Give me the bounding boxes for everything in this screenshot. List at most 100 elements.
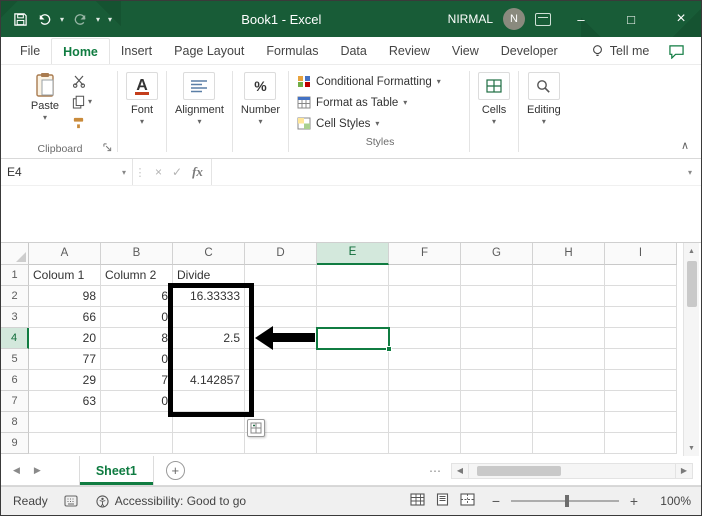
cell-G5[interactable]	[461, 349, 533, 370]
redo-icon[interactable]	[69, 7, 91, 31]
sheet-nav-right-icon[interactable]: ▶	[34, 465, 41, 476]
tab-review[interactable]: Review	[378, 38, 441, 64]
scroll-right-icon[interactable]: ▶	[675, 462, 693, 479]
cell-G2[interactable]	[461, 286, 533, 307]
cell-E6[interactable]	[317, 370, 389, 391]
cell-F5[interactable]	[389, 349, 461, 370]
close-button[interactable]: ×	[661, 1, 701, 37]
zoom-slider[interactable]	[511, 495, 619, 507]
cell-G4[interactable]	[461, 328, 533, 349]
col-header-H[interactable]: H	[533, 243, 605, 265]
cell-E9[interactable]	[317, 433, 389, 454]
cell-H9[interactable]	[533, 433, 605, 454]
paste-dropdown-icon[interactable]: ▾	[43, 114, 47, 122]
cell-F1[interactable]	[389, 265, 461, 286]
accessibility-status[interactable]: Accessibility: Good to go	[96, 494, 246, 508]
cell-B3[interactable]: 0	[101, 307, 173, 328]
cell-D2[interactable]	[245, 286, 317, 307]
col-header-G[interactable]: G	[461, 243, 533, 265]
row-header-7[interactable]: 7	[1, 391, 29, 412]
tab-view[interactable]: View	[441, 38, 490, 64]
col-header-A[interactable]: A	[29, 243, 101, 265]
vertical-scroll-thumb[interactable]	[686, 261, 697, 307]
sheet-tab-sheet1[interactable]: Sheet1	[78, 456, 154, 485]
sheet-nav-left-icon[interactable]: ◀	[13, 465, 20, 476]
cell-I6[interactable]	[605, 370, 677, 391]
row-header-6[interactable]: 6	[1, 370, 29, 391]
col-header-F[interactable]: F	[389, 243, 461, 265]
cell-A2[interactable]: 98	[29, 286, 101, 307]
autofill-options-button[interactable]	[247, 419, 265, 437]
cell-E2[interactable]	[317, 286, 389, 307]
cell-E3[interactable]	[317, 307, 389, 328]
format-as-table-button[interactable]: Format as Table ▾	[297, 92, 407, 113]
copy-button[interactable]: ▾	[72, 94, 98, 110]
cell-B8[interactable]	[101, 412, 173, 433]
select-all-corner[interactable]	[1, 243, 29, 265]
tab-formulas[interactable]: Formulas	[255, 38, 329, 64]
cell-E5[interactable]	[317, 349, 389, 370]
cut-button[interactable]	[72, 73, 98, 89]
avatar[interactable]: N	[503, 8, 525, 30]
page-break-view-icon[interactable]	[460, 493, 475, 509]
cell-B6[interactable]: 7	[101, 370, 173, 391]
tab-page-layout[interactable]: Page Layout	[163, 38, 255, 64]
cell-B9[interactable]	[101, 433, 173, 454]
cell-B4[interactable]: 8	[101, 328, 173, 349]
cell-F3[interactable]	[389, 307, 461, 328]
horizontal-scroll-track[interactable]	[469, 462, 675, 479]
cell-H4[interactable]	[533, 328, 605, 349]
collapse-ribbon-icon[interactable]: ∧	[681, 139, 689, 152]
cell-styles-button[interactable]: Cell Styles ▾	[297, 113, 379, 134]
zoom-in-button[interactable]: +	[627, 493, 641, 509]
redo-dropdown-icon[interactable]: ▾	[93, 15, 103, 24]
col-header-I[interactable]: I	[605, 243, 677, 265]
cell-I7[interactable]	[605, 391, 677, 412]
cell-E7[interactable]	[317, 391, 389, 412]
cell-I1[interactable]	[605, 265, 677, 286]
cell-A5[interactable]: 77	[29, 349, 101, 370]
cell-D3[interactable]	[245, 307, 317, 328]
cell-H6[interactable]	[533, 370, 605, 391]
cell-B1[interactable]: Column 2	[101, 265, 173, 286]
row-header-1[interactable]: 1	[1, 265, 29, 286]
row-header-8[interactable]: 8	[1, 412, 29, 433]
cell-H3[interactable]	[533, 307, 605, 328]
vertical-scrollbar[interactable]: ▲ ▼	[683, 243, 699, 456]
col-header-E[interactable]: E	[317, 243, 389, 265]
cell-A8[interactable]	[29, 412, 101, 433]
cell-F9[interactable]	[389, 433, 461, 454]
tab-home[interactable]: Home	[51, 38, 110, 64]
cell-G8[interactable]	[461, 412, 533, 433]
cell-F8[interactable]	[389, 412, 461, 433]
cell-A1[interactable]: Coloum 1	[29, 265, 101, 286]
zoom-level[interactable]: 100%	[651, 494, 691, 508]
user-name[interactable]: NIRMAL	[448, 12, 493, 26]
cell-G9[interactable]	[461, 433, 533, 454]
tab-insert[interactable]: Insert	[110, 38, 163, 64]
paste-button[interactable]: Paste ▾	[22, 70, 68, 140]
cell-G6[interactable]	[461, 370, 533, 391]
cell-D7[interactable]	[245, 391, 317, 412]
row-header-3[interactable]: 3	[1, 307, 29, 328]
cell-F7[interactable]	[389, 391, 461, 412]
cell-H8[interactable]	[533, 412, 605, 433]
scroll-down-icon[interactable]: ▼	[684, 440, 699, 456]
name-box[interactable]: E4 ▾	[1, 159, 133, 185]
cell-E8[interactable]	[317, 412, 389, 433]
tab-developer[interactable]: Developer	[490, 38, 569, 64]
cell-G3[interactable]	[461, 307, 533, 328]
copy-dropdown-icon[interactable]: ▾	[88, 98, 92, 106]
cell-C9[interactable]	[173, 433, 245, 454]
cell-I5[interactable]	[605, 349, 677, 370]
font-group-button[interactable]: A Font ▾	[120, 65, 164, 158]
format-painter-button[interactable]	[72, 115, 98, 131]
save-icon[interactable]	[9, 7, 31, 31]
horizontal-scrollbar[interactable]: ◀ ▶	[451, 456, 693, 485]
cell-B2[interactable]: 6	[101, 286, 173, 307]
ribbon-display-options-icon[interactable]	[535, 12, 551, 26]
cell-F6[interactable]	[389, 370, 461, 391]
conditional-formatting-button[interactable]: Conditional Formatting ▾	[297, 71, 441, 92]
col-header-C[interactable]: C	[173, 243, 245, 265]
maximize-button[interactable]: □	[611, 1, 651, 37]
